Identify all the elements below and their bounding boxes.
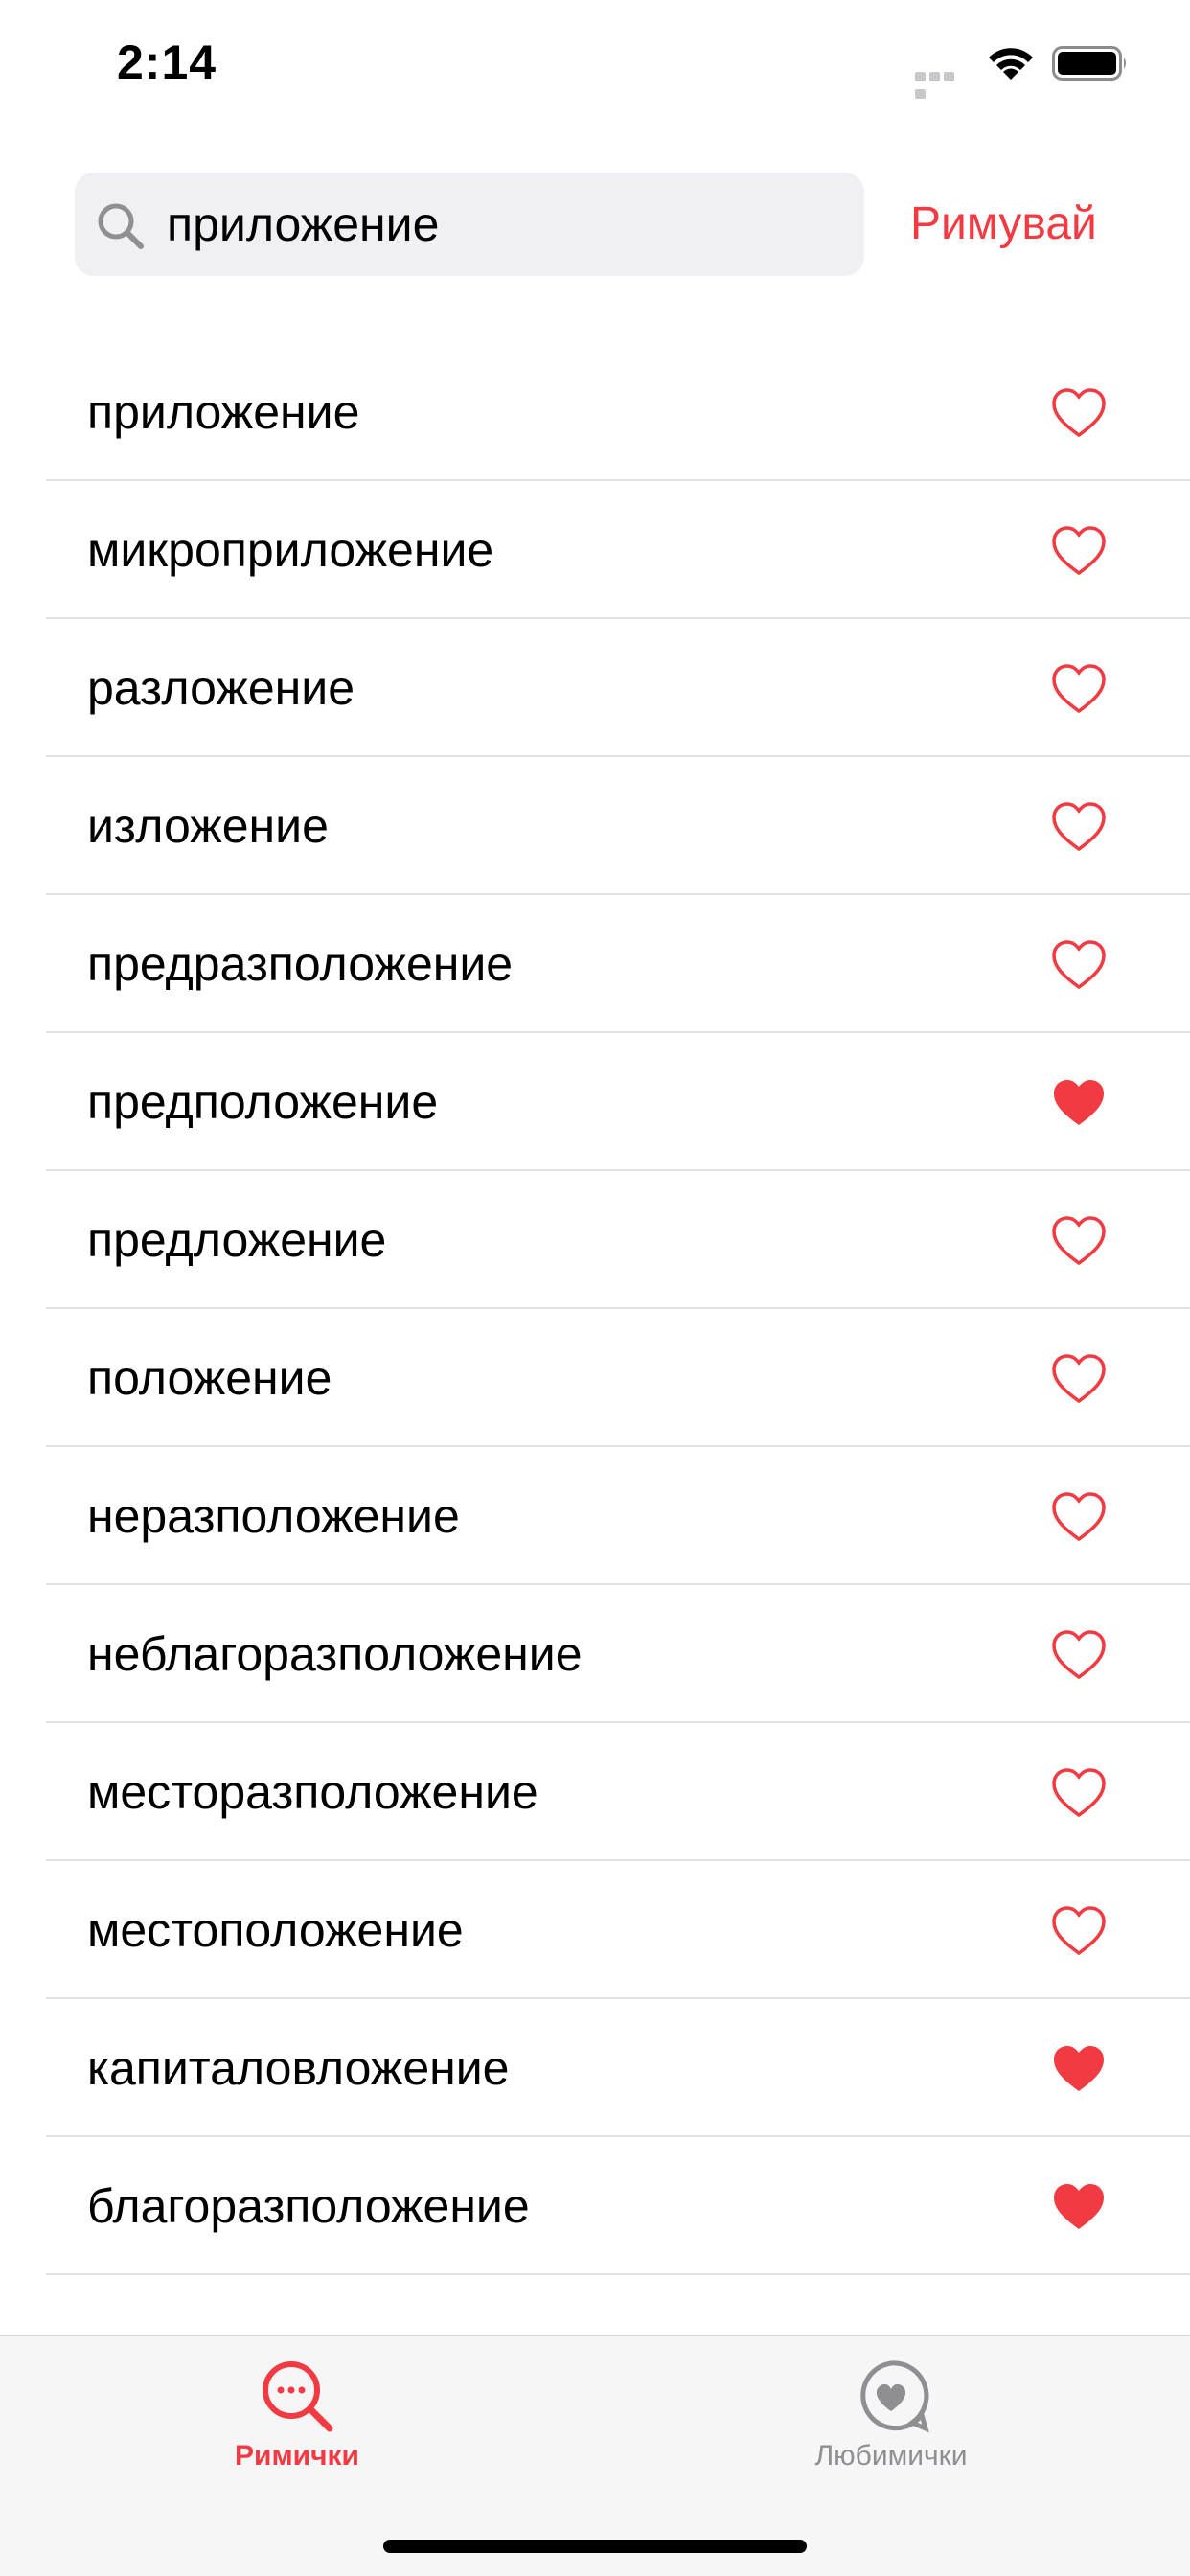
word-label: неблагоразположение (87, 1627, 583, 1681)
magnifier-chat-icon (263, 2361, 333, 2432)
word-label: неразположение (87, 1489, 460, 1543)
heart-outline-icon[interactable] (1050, 939, 1108, 991)
list-item[interactable]: разложение (0, 619, 1190, 757)
tab-rhymes[interactable]: Римички (153, 2356, 441, 2499)
list-item[interactable]: неразположение (0, 1447, 1190, 1585)
word-label: местоположение (87, 1903, 464, 1957)
cellular-signal-icon (915, 69, 971, 99)
rhyme-list: приложение микроприложение разложение излож… (0, 343, 1190, 2275)
heart-outline-icon[interactable] (1050, 663, 1108, 715)
search-field[interactable] (75, 172, 864, 276)
word-label: изложение (87, 799, 329, 853)
heart-outline-icon[interactable] (1050, 1353, 1108, 1405)
list-item[interactable]: предложение (0, 1171, 1190, 1309)
heart-filled-icon[interactable] (1050, 2181, 1108, 2233)
word-label: предположение (87, 1075, 439, 1129)
heart-outline-icon[interactable] (1050, 1215, 1108, 1267)
heart-filled-icon[interactable] (1050, 1077, 1108, 1129)
heart-outline-icon[interactable] (1050, 1491, 1108, 1543)
heart-filled-icon[interactable] (1050, 2043, 1108, 2095)
word-label: благоразположение (87, 2179, 530, 2233)
word-label: положение (87, 1351, 332, 1405)
list-item[interactable]: положение (0, 1309, 1190, 1447)
list-item[interactable]: месторазположение (0, 1723, 1190, 1861)
word-label: микроприложение (87, 523, 494, 577)
list-item[interactable]: изложение (0, 757, 1190, 895)
search-input[interactable] (167, 172, 837, 276)
tab-favorites-label: Любимички (814, 2440, 968, 2472)
word-label: месторазположение (87, 1765, 538, 1819)
list-item[interactable]: предположение (0, 1033, 1190, 1171)
list-item[interactable]: капиталовложение (0, 1999, 1190, 2137)
list-item[interactable]: неблагоразположение (0, 1585, 1190, 1723)
rhyme-button[interactable]: Римувай (910, 188, 1097, 261)
heart-bubble-icon (860, 2360, 929, 2433)
status-time: 2:14 (117, 35, 217, 89)
word-label: разложение (87, 661, 355, 715)
heart-outline-icon[interactable] (1050, 525, 1108, 577)
heart-outline-icon[interactable] (1050, 1629, 1108, 1681)
word-label: предразположение (87, 937, 514, 991)
heart-outline-icon[interactable] (1050, 801, 1108, 853)
home-indicator (383, 2540, 807, 2553)
list-item[interactable]: местоположение (0, 1861, 1190, 1999)
tab-rhymes-label: Римички (235, 2440, 359, 2472)
word-label: предложение (87, 1213, 387, 1267)
word-label: приложение (87, 385, 360, 439)
word-label: капиталовложение (87, 2041, 510, 2095)
list-item[interactable]: микроприложение (0, 481, 1190, 619)
heart-outline-icon[interactable] (1050, 1767, 1108, 1819)
list-item[interactable]: предразположение (0, 895, 1190, 1033)
tab-favorites[interactable]: Любимички (747, 2356, 1035, 2499)
heart-outline-icon[interactable] (1050, 387, 1108, 439)
status-bar: 2:14 (0, 0, 1190, 126)
search-icon (98, 203, 144, 249)
list-item[interactable]: приложение (0, 343, 1190, 481)
heart-outline-icon[interactable] (1050, 1905, 1108, 1957)
list-item[interactable]: благоразположение (0, 2137, 1190, 2275)
tab-bar: Римички Любимички (0, 2334, 1190, 2576)
wifi-icon (989, 48, 1033, 80)
battery-icon (1052, 46, 1126, 80)
